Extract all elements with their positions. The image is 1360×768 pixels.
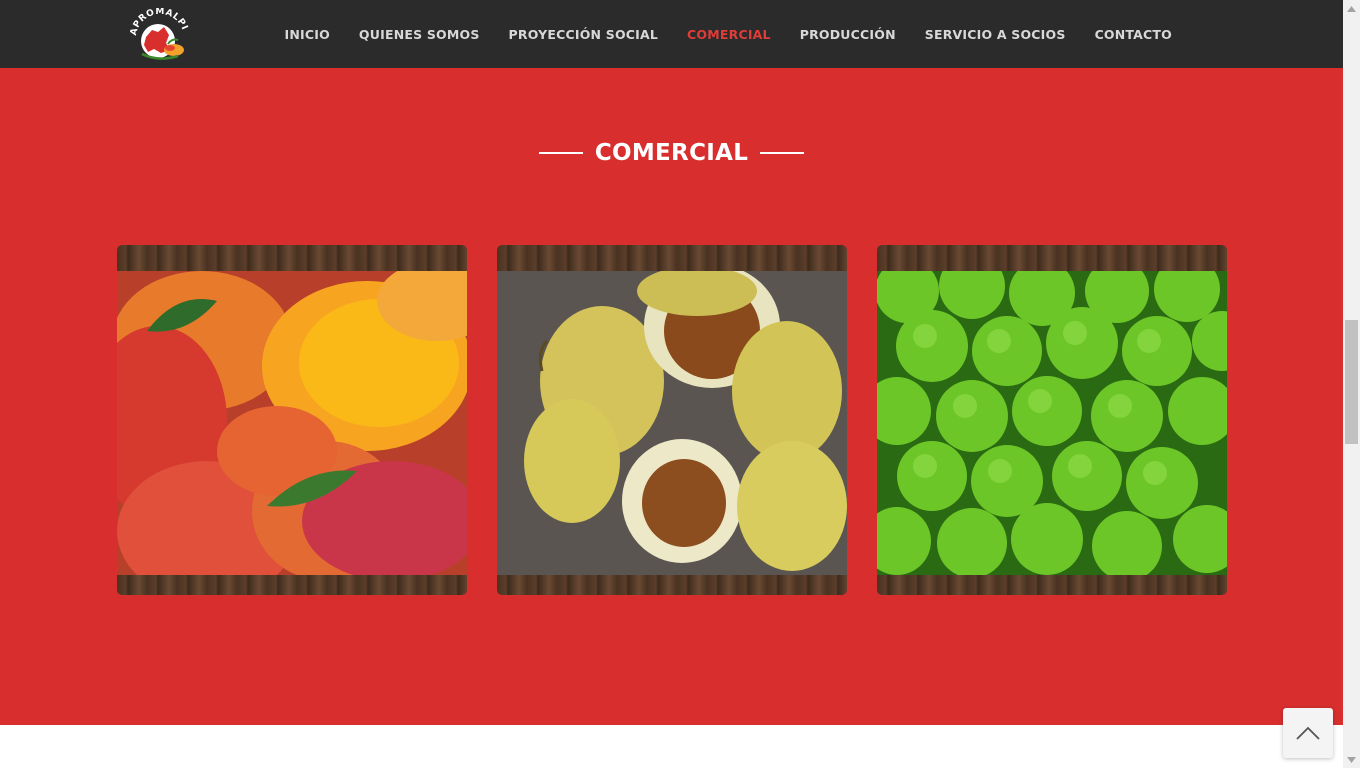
heading-line-right: [760, 152, 805, 154]
scroll-down-arrow-icon[interactable]: [1343, 751, 1360, 768]
product-card-passion-fruit[interactable]: [497, 245, 847, 595]
nav-quienes-somos[interactable]: QUIENES SOMOS: [359, 27, 480, 42]
nav-contacto[interactable]: CONTACTO: [1095, 27, 1172, 42]
nav-servicio-a-socios[interactable]: SERVICIO A SOCIOS: [925, 27, 1066, 42]
header-bar: APROMALPI INICIO QUIENES SOMOS PROYECCIÓ…: [0, 0, 1343, 68]
apromalpi-logo[interactable]: APROMALPI: [128, 7, 192, 62]
comercial-section: COMERCIAL: [0, 68, 1343, 725]
scrollbar-thumb[interactable]: [1345, 320, 1358, 444]
heading-line-left: [538, 152, 583, 154]
nav-comercial[interactable]: COMERCIAL: [687, 27, 771, 42]
section-heading: COMERCIAL: [0, 138, 1343, 168]
vertical-scrollbar[interactable]: [1343, 0, 1360, 768]
product-card-lime[interactable]: [877, 245, 1227, 595]
product-card-mango[interactable]: [117, 245, 467, 595]
main-nav: INICIO QUIENES SOMOS PROYECCIÓN SOCIAL C…: [270, 0, 1186, 68]
nav-produccion[interactable]: PRODUCCIÓN: [800, 27, 896, 42]
passion-fruit-photo: [497, 271, 847, 575]
lime-photo: [877, 271, 1227, 575]
scroll-up-arrow-icon[interactable]: [1343, 0, 1360, 17]
back-to-top-button[interactable]: [1283, 708, 1333, 758]
section-title: COMERCIAL: [594, 140, 749, 166]
nav-proyeccion-social[interactable]: PROYECCIÓN SOCIAL: [509, 27, 659, 42]
chevron-up-icon: [1296, 726, 1320, 740]
nav-inicio[interactable]: INICIO: [285, 27, 330, 42]
next-section-start: [0, 725, 1343, 768]
mango-photo: [117, 271, 467, 575]
